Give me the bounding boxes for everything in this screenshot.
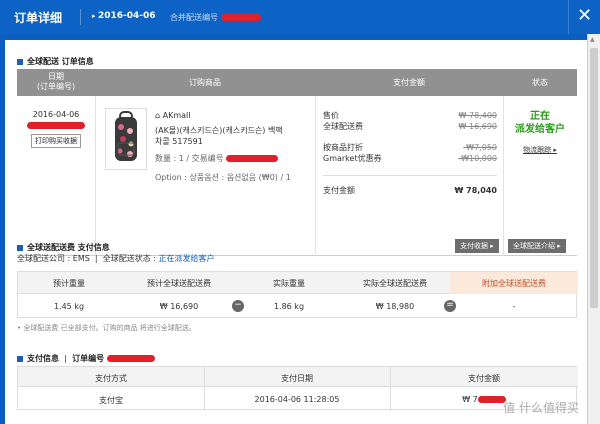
col-divider [204,367,205,411]
watermark: 值 什么值得买 [503,401,579,415]
option-info: Option : 상품옵션 : 옵션없음 (₩0) / 1 [155,173,291,182]
print-receipt-button[interactable]: 打印购买收据 [31,134,81,148]
scroll-thumb[interactable] [590,48,598,308]
seller-name[interactable]: ⌂ AKmall [155,110,311,121]
product-thumbnail[interactable] [105,108,147,170]
extra-fee-value: - [512,302,516,311]
order-date-cell: 2016-04-06 打印购买收据 [17,110,95,148]
shipping-intro-button[interactable]: 全球配送介绍 ▸ [508,239,566,253]
actual-fee-value: ₩ 18,980 [375,302,415,311]
col-divider [390,367,391,411]
shipping-section-title: 全球送配送费 支付信息 [17,242,110,253]
redacted-payment-order-number [106,355,155,362]
header-actual-fee: 实际全球送配送费 [363,279,427,288]
title-date: 2016-04-06 [92,11,156,21]
window-title: 订单详细 [14,11,63,25]
redacted-transaction-number [226,155,279,162]
header-pay-method: 支付方式 [95,374,127,383]
col-divider [95,96,96,256]
order-status: 正在 派发给客户 [515,111,565,135]
pay-method-value: 支付宝 [99,396,123,405]
order-table-header: 日期 (订单编号) 订购商品 支付金额 状态 [17,69,577,96]
est-fee-value: ₩ 16,690 [159,302,199,311]
section-bullet-icon [17,58,23,65]
est-weight-value: 1.45 kg [53,302,85,311]
total-row: 支付金额 ₩ 78,040 [323,175,497,196]
close-button[interactable]: ✕ [568,0,600,34]
scrollbar[interactable]: ▲ [587,34,600,424]
shipping-number-label: 合并配送编号 [170,13,218,22]
shipping-fee-row: 全球配送费 ₩ 16,690 [323,122,497,131]
order-section-title: 全球配送 订单信息 [17,56,94,67]
product-info: ⌂ AKmall (AK몰)(캐스키드슨)(캐스키드슨) 백팩 차콜 517591… [155,110,311,183]
header-actual-weight: 实际重量 [273,279,305,288]
status-cell: 正在 派发给客户 物流跟踪 ▸ [503,110,577,157]
coupon-row: Gmarket优惠券 -₩10,000 [323,154,497,163]
discount-row: 按商品打折 -₩7,050 [323,143,497,152]
header-status: 状态 [532,78,548,87]
header-product: 订购商品 [189,78,221,87]
order-date: 2016-04-06 [32,110,80,119]
header-pay-date: 支付日期 [281,374,313,383]
payment-table: 支付方式 支付日期 支付金额 支付宝 2016-04-06 11:28:05 ₩… [17,366,578,411]
product-name[interactable]: (AK몰)(캐스키드슨)(캐스키드슨) 백팩 차콜 517591 [155,125,311,147]
shipping-status-line: 全球配送公司 : EMS | 全球配送状态 : 正在派发给客户 [17,254,215,263]
shipping-fee-table: 预计重量 预计全球送配送费 实际重量 实际全球送配送费 附加全球送配送费 1.4… [17,271,578,318]
scroll-up-icon[interactable]: ▲ [590,36,595,43]
header-date: 日期 (订单编号) [36,72,76,91]
shipping-note: • 全球配送费 已全部支付。订购的商品 将进行全球配送。 [17,324,196,332]
shipping-number: 合并配送编号 [170,12,261,23]
header-est-weight: 预计重量 [53,279,85,288]
redacted-amount [477,396,506,403]
backpack-image [115,111,137,161]
header-est-fee: 预计全球送配送费 [147,279,211,288]
col-divider [315,96,316,256]
home-icon: ⌂ [155,111,161,120]
payment-breakdown: 售价 ₩ 78,400 全球配送费 ₩ 16,690 按商品打折 -₩7,050 Gm… [323,110,497,196]
header-pay-amount: 支付金额 [468,374,500,383]
header-extra-fee: 附加全球送配送费 [482,279,546,288]
pay-date-value: 2016-04-06 11:28:05 [254,395,340,404]
dialog-content: 全球配送 订单信息 日期 (订单编号) 订购商品 支付金额 状态 2016-04-… [5,40,587,424]
title-separator [80,9,81,25]
redacted-mark [220,14,261,21]
section-bullet-icon [17,244,23,251]
payment-section-title: 支付信息 | 订单编号 [17,353,155,364]
order-row: 2016-04-06 打印购买收据 ⌂ AKmall (AK몰)(캐스키드슨)(… [17,96,577,256]
price-row: 售价 ₩ 78,400 [323,111,497,120]
quantity-info: 数量 : 1 / 交易编号 [155,153,311,164]
track-shipment-link[interactable]: 物流跟踪 ▸ [503,144,577,157]
title-bar: 订单详细 2016-04-06 合并配送编号 ✕ [0,0,600,34]
payment-receipt-button[interactable]: 支付收据 ▸ [455,239,499,253]
actual-weight-value: 1.86 kg [273,302,305,311]
section-bullet-icon [17,355,23,362]
header-payment: 支付金额 [393,78,425,87]
redacted-order-number [27,122,85,129]
